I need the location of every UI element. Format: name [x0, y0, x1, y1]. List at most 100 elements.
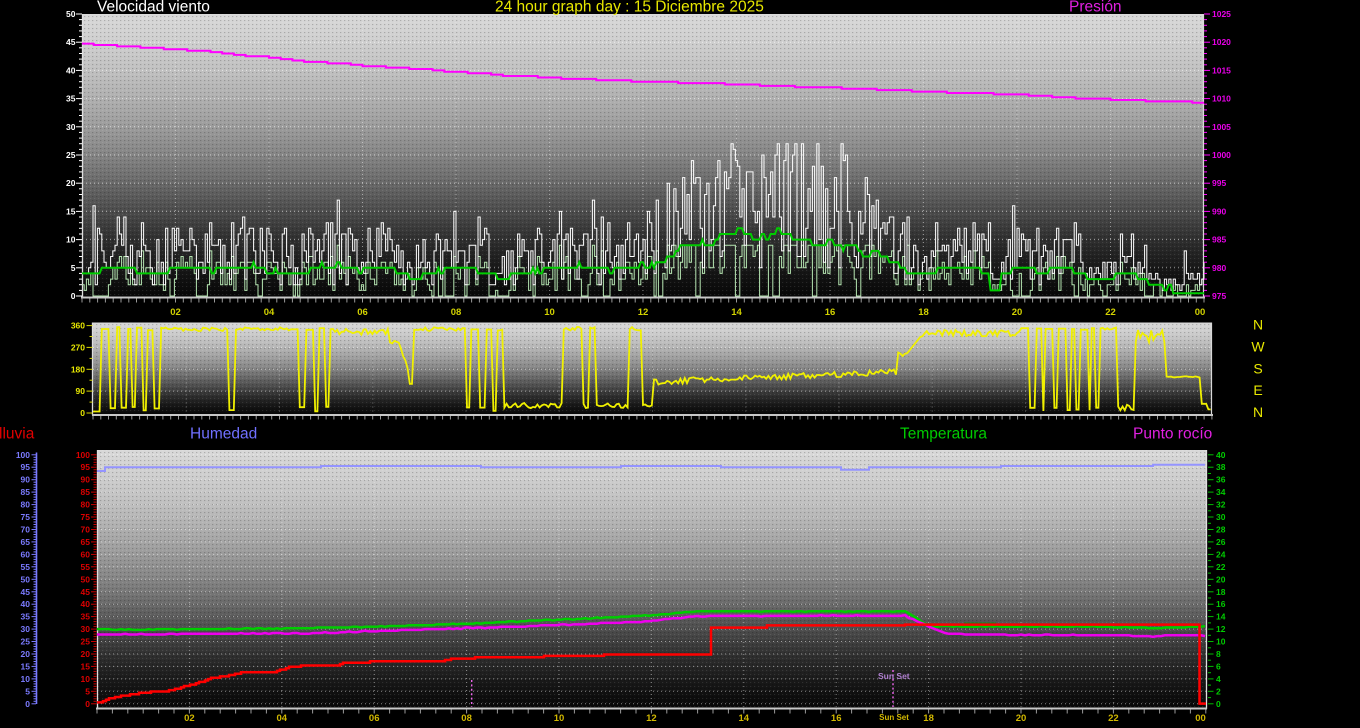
- svg-text:02: 02: [184, 713, 195, 724]
- svg-text:1020: 1020: [1212, 37, 1231, 47]
- svg-text:20: 20: [1216, 574, 1226, 584]
- svg-text:30: 30: [21, 624, 31, 634]
- svg-text:Sun Set: Sun Set: [878, 671, 910, 681]
- svg-text:75: 75: [81, 512, 91, 522]
- svg-text:45: 45: [66, 37, 76, 47]
- svg-text:Punto rocío: Punto rocío: [1133, 426, 1212, 443]
- svg-text:30: 30: [66, 122, 76, 132]
- svg-text:80: 80: [81, 500, 91, 510]
- svg-text:22: 22: [1105, 307, 1116, 318]
- svg-text:12: 12: [638, 307, 649, 318]
- svg-text:15: 15: [81, 661, 91, 671]
- svg-text:18: 18: [918, 307, 929, 318]
- svg-text:60: 60: [81, 549, 91, 559]
- svg-text:15: 15: [21, 661, 31, 671]
- svg-text:4: 4: [1216, 674, 1221, 684]
- svg-text:20: 20: [1012, 307, 1023, 318]
- svg-text:16: 16: [1216, 599, 1226, 609]
- svg-text:90: 90: [76, 386, 86, 396]
- svg-text:20: 20: [81, 649, 91, 659]
- svg-text:10: 10: [81, 674, 91, 684]
- svg-text:10: 10: [544, 307, 555, 318]
- svg-text:24: 24: [1216, 549, 1226, 559]
- svg-text:16: 16: [825, 307, 836, 318]
- svg-text:90: 90: [81, 475, 91, 485]
- svg-text:40: 40: [81, 599, 91, 609]
- svg-text:70: 70: [81, 525, 91, 535]
- svg-text:12: 12: [1216, 624, 1226, 634]
- svg-text:80: 80: [21, 500, 31, 510]
- svg-text:06: 06: [357, 307, 368, 318]
- svg-text:5: 5: [85, 686, 90, 696]
- svg-text:1010: 1010: [1212, 94, 1231, 104]
- svg-text:40: 40: [21, 599, 31, 609]
- svg-text:995: 995: [1212, 178, 1226, 188]
- svg-text:04: 04: [264, 307, 275, 318]
- svg-text:75: 75: [21, 512, 31, 522]
- svg-text:0: 0: [85, 699, 90, 709]
- svg-text:0: 0: [71, 291, 76, 301]
- svg-text:100: 100: [76, 450, 90, 460]
- svg-text:65: 65: [81, 537, 91, 547]
- svg-text:Sun Set: Sun Set: [879, 713, 909, 722]
- svg-text:180: 180: [71, 364, 85, 374]
- svg-text:35: 35: [21, 612, 31, 622]
- svg-text:65: 65: [21, 537, 31, 547]
- svg-text:20: 20: [21, 649, 31, 659]
- svg-text:14: 14: [739, 713, 750, 724]
- svg-text:38: 38: [1216, 462, 1226, 472]
- svg-text:5: 5: [25, 686, 30, 696]
- svg-text:08: 08: [461, 713, 472, 724]
- svg-text:50: 50: [81, 574, 91, 584]
- svg-text:30: 30: [1216, 512, 1226, 522]
- svg-text:24 hour graph day : 15 Diciemb: 24 hour graph day : 15 Diciembre 2025: [495, 0, 764, 16]
- svg-text:5: 5: [71, 263, 76, 273]
- svg-text:22: 22: [1108, 713, 1119, 724]
- svg-text:08: 08: [451, 307, 462, 318]
- svg-text:06: 06: [369, 713, 380, 724]
- svg-text:N: N: [1253, 317, 1263, 333]
- svg-text:975: 975: [1212, 291, 1226, 301]
- svg-text:Humedad: Humedad: [190, 426, 257, 443]
- svg-text:45: 45: [21, 587, 31, 597]
- svg-text:85: 85: [21, 487, 31, 497]
- svg-text:34: 34: [1216, 487, 1226, 497]
- svg-text:30: 30: [81, 624, 91, 634]
- svg-text:00: 00: [1195, 713, 1206, 724]
- svg-text:990: 990: [1212, 206, 1226, 216]
- svg-text:25: 25: [66, 150, 76, 160]
- svg-text:360: 360: [71, 321, 85, 331]
- svg-text:16: 16: [831, 713, 842, 724]
- svg-text:8: 8: [1216, 649, 1221, 659]
- svg-text:50: 50: [66, 9, 76, 19]
- svg-text:95: 95: [21, 462, 31, 472]
- svg-text:18: 18: [923, 713, 934, 724]
- svg-text:15: 15: [66, 206, 76, 216]
- svg-text:10: 10: [1216, 637, 1226, 647]
- svg-text:40: 40: [66, 65, 76, 75]
- svg-text:00: 00: [1195, 307, 1206, 318]
- svg-text:18: 18: [1216, 587, 1226, 597]
- svg-text:270: 270: [71, 342, 85, 352]
- svg-text:E: E: [1253, 382, 1262, 398]
- svg-text:980: 980: [1212, 263, 1226, 273]
- svg-text:28: 28: [1216, 525, 1226, 535]
- svg-text:Presión: Presión: [1069, 0, 1122, 16]
- svg-text:Velocidad viento: Velocidad viento: [97, 0, 210, 16]
- svg-text:Temperatura: Temperatura: [900, 426, 987, 443]
- svg-text:55: 55: [21, 562, 31, 572]
- svg-text:6: 6: [1216, 661, 1221, 671]
- svg-text:60: 60: [21, 549, 31, 559]
- svg-text:2: 2: [1216, 686, 1221, 696]
- svg-text:10: 10: [21, 674, 31, 684]
- svg-text:22: 22: [1216, 562, 1226, 572]
- svg-text:lluvia: lluvia: [0, 426, 35, 443]
- svg-text:1000: 1000: [1212, 150, 1231, 160]
- svg-text:55: 55: [81, 562, 91, 572]
- svg-text:02: 02: [170, 307, 181, 318]
- svg-text:35: 35: [81, 612, 91, 622]
- svg-text:50: 50: [21, 574, 31, 584]
- svg-text:1025: 1025: [1212, 9, 1231, 19]
- svg-text:95: 95: [81, 462, 91, 472]
- svg-text:10: 10: [554, 713, 565, 724]
